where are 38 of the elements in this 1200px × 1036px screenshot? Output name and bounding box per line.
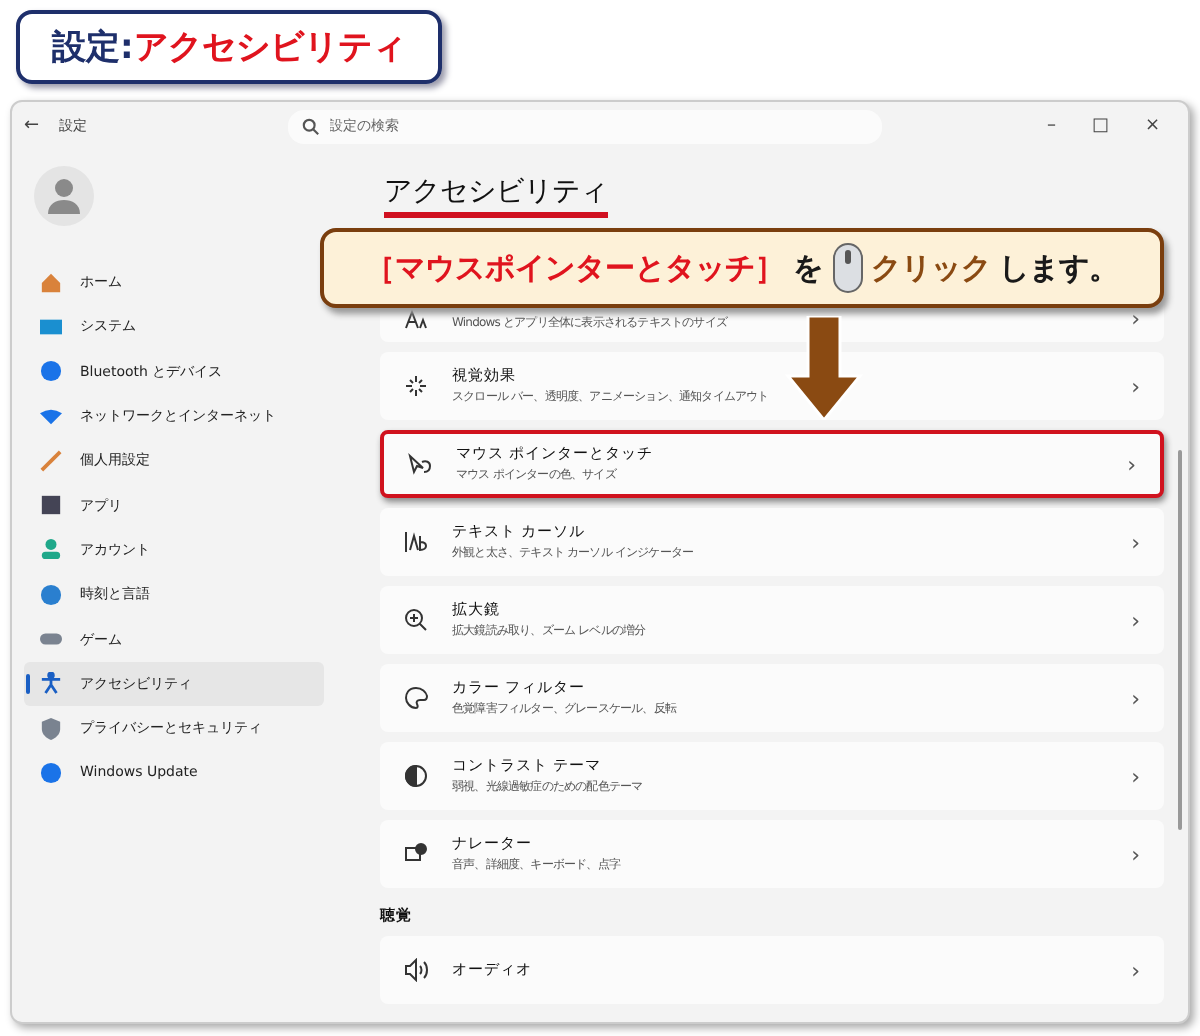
callout-target-text: ［マウスポインターとタッチ］	[365, 249, 785, 287]
banner-separator: :	[120, 27, 134, 67]
palette-icon	[404, 686, 428, 710]
pointer-icon	[408, 452, 432, 476]
window-control[interactable]: –	[1046, 116, 1056, 136]
access-icon	[40, 672, 62, 695]
page-title: アクセシビリティ	[384, 174, 608, 218]
callout-action-text: クリック	[871, 249, 991, 287]
mouse-icon	[831, 242, 863, 294]
magnifier-icon	[404, 608, 428, 632]
back-button[interactable]: ←	[24, 116, 40, 136]
chevron-icon: ›	[1131, 373, 1140, 399]
textsize-icon	[404, 308, 428, 332]
wifi-icon	[40, 405, 62, 428]
chevron-icon: ›	[1127, 451, 1136, 477]
shield-icon	[40, 717, 62, 740]
chevron-icon: ›	[1131, 685, 1140, 711]
chevron-icon: ›	[1131, 763, 1140, 789]
contrast-icon	[404, 764, 428, 788]
home-icon	[40, 271, 62, 294]
avatar-icon	[34, 166, 94, 226]
cursor-icon	[404, 530, 428, 554]
chevron-icon: ›	[1131, 306, 1140, 332]
window-control[interactable]: □	[1091, 116, 1109, 136]
sparkle-icon	[404, 374, 428, 398]
chevron-icon: ›	[1131, 957, 1140, 983]
account-icon	[40, 538, 62, 561]
banner-label: 設定	[52, 26, 120, 70]
audio-icon	[404, 958, 428, 982]
search-icon	[301, 117, 320, 135]
callout-text: します。	[999, 249, 1119, 287]
chevron-icon: ›	[1131, 529, 1140, 555]
callout-text: を	[793, 249, 823, 287]
window-control[interactable]: ×	[1144, 116, 1160, 136]
banner-title: アクセシビリティ	[133, 26, 406, 70]
chevron-icon: ›	[1131, 607, 1140, 633]
chevron-icon: ›	[1131, 841, 1140, 867]
narrator-icon	[404, 842, 428, 866]
